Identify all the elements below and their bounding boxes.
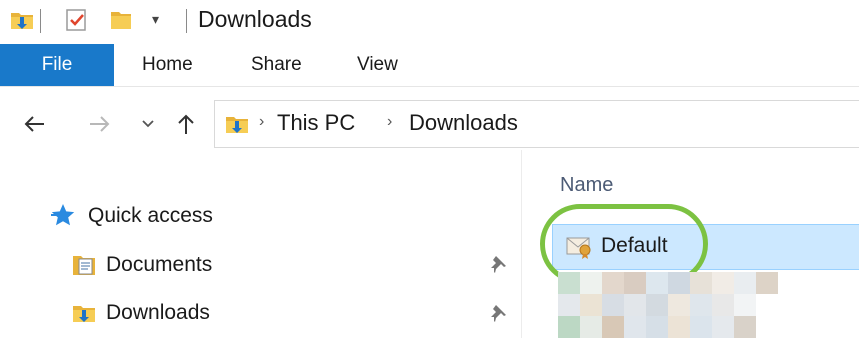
new-folder-icon[interactable] <box>110 8 132 37</box>
recent-locations-button[interactable] <box>138 100 158 148</box>
nav-item-documents[interactable]: Documents <box>106 253 212 277</box>
title-bar: ▾ Downloads <box>0 0 859 42</box>
tab-view[interactable]: View <box>357 44 398 86</box>
column-header-name[interactable]: Name <box>560 174 613 197</box>
breadcrumb-separator[interactable]: › <box>387 113 392 131</box>
back-button[interactable] <box>18 100 50 148</box>
chevron-down-icon <box>142 120 154 128</box>
nav-item-quick-access[interactable]: Quick access <box>88 204 213 228</box>
pin-icon[interactable] <box>488 303 508 328</box>
up-button[interactable] <box>170 100 202 148</box>
breadcrumb-separator[interactable]: › <box>259 113 264 131</box>
toolbar-separator <box>40 9 41 33</box>
breadcrumb-downloads[interactable]: Downloads <box>409 110 518 136</box>
documents-folder-icon <box>72 253 96 282</box>
address-bar[interactable]: › This PC › Downloads <box>214 100 859 148</box>
navigation-pane: Quick access Documents Downloads <box>0 150 521 338</box>
ribbon-tabs: File Home Share View <box>0 44 859 87</box>
file-list: Name Default <box>522 150 859 338</box>
folder-download-icon[interactable] <box>10 8 34 37</box>
up-arrow-icon <box>178 114 194 134</box>
star-icon <box>50 203 76 232</box>
forward-arrow-icon <box>90 116 110 132</box>
window-title: Downloads <box>198 6 312 32</box>
tab-home[interactable]: Home <box>142 44 193 86</box>
downloads-folder-icon <box>72 301 96 330</box>
navigation-bar: › This PC › Downloads <box>0 100 859 148</box>
nav-item-downloads[interactable]: Downloads <box>106 301 210 325</box>
properties-checkmark-icon[interactable] <box>64 8 88 37</box>
pin-icon[interactable] <box>488 254 508 279</box>
forward-button[interactable] <box>84 100 116 148</box>
tab-file[interactable]: File <box>0 44 114 86</box>
tab-share[interactable]: Share <box>251 44 302 86</box>
back-arrow-icon <box>24 116 44 132</box>
downloads-location-icon <box>225 112 249 141</box>
toolbar-separator <box>186 9 187 33</box>
customize-dropdown-icon[interactable]: ▾ <box>152 11 159 28</box>
breadcrumb-this-pc[interactable]: This PC <box>277 110 355 136</box>
